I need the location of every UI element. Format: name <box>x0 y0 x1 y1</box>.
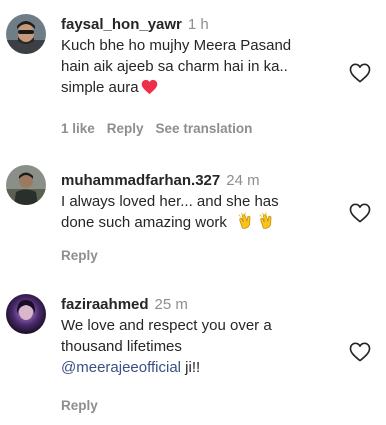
comment-actions: Reply <box>61 398 110 413</box>
comment-text-line: thousand lifetimes <box>61 338 182 355</box>
likes-count-link[interactable]: 1 like <box>61 121 95 136</box>
comment-text-suffix: ji!! <box>181 359 201 376</box>
comment-item: muhammadfarhan.327 24 m I always loved he… <box>0 150 386 290</box>
comment-text-line: We love and respect you over a <box>61 317 272 334</box>
comment-text-line: I always loved her... and she has <box>61 193 279 210</box>
heart-outline-icon[interactable] <box>349 342 371 362</box>
comment-text-line: simple aura <box>61 77 341 101</box>
avatar[interactable] <box>6 14 46 54</box>
avatar[interactable] <box>6 165 46 205</box>
see-translation-button[interactable]: See translation <box>156 121 253 136</box>
comment-actions: 1 like Reply See translation <box>61 121 264 136</box>
comment-text: Kuch bhe ho mujhy Meera Pasand hain aik … <box>61 35 341 101</box>
comment-text-line: hain aik ajeeb sa charm hai in ka.. <box>61 58 288 75</box>
comment-text-line-content: done such amazing work <box>61 214 227 231</box>
comment-username[interactable]: faziraahmed <box>61 296 149 313</box>
comment-text-line: @meerajeeofficial ji!! <box>61 357 341 378</box>
comment-time: 1 h <box>187 16 209 33</box>
comment-text: I always loved her... and she has done s… <box>61 191 341 236</box>
comment-actions: Reply <box>61 248 110 263</box>
red-heart-emoji <box>141 79 158 101</box>
comment-item: faziraahmed 25 m We love and respect you … <box>0 290 386 425</box>
reply-button[interactable]: Reply <box>61 398 98 413</box>
mention-link[interactable]: @meerajeeofficial <box>61 359 181 376</box>
heart-outline-icon[interactable] <box>349 203 371 223</box>
comment-time: 24 m <box>226 172 260 189</box>
clapping-hands-emoji <box>237 212 255 236</box>
reply-button[interactable]: Reply <box>61 248 98 263</box>
comment-text-line: done such amazing work <box>61 212 341 236</box>
comment-text: We love and respect you over a thousand … <box>61 315 341 378</box>
clapping-hands-emoji <box>258 212 276 236</box>
comment-time: 25 m <box>154 296 188 313</box>
reply-button[interactable]: Reply <box>107 121 144 136</box>
comment-item: faysal_hon_yawr 1 h Kuch bhe ho mujhy Mee… <box>0 0 386 150</box>
comment-username[interactable]: muhammadfarhan.327 <box>61 172 220 189</box>
comment-text-line: Kuch bhe ho mujhy Meera Pasand <box>61 37 292 54</box>
comment-text-line-content: simple aura <box>61 79 139 96</box>
avatar[interactable] <box>6 294 46 334</box>
comment-username[interactable]: faysal_hon_yawr <box>61 16 182 33</box>
heart-outline-icon[interactable] <box>349 63 371 83</box>
